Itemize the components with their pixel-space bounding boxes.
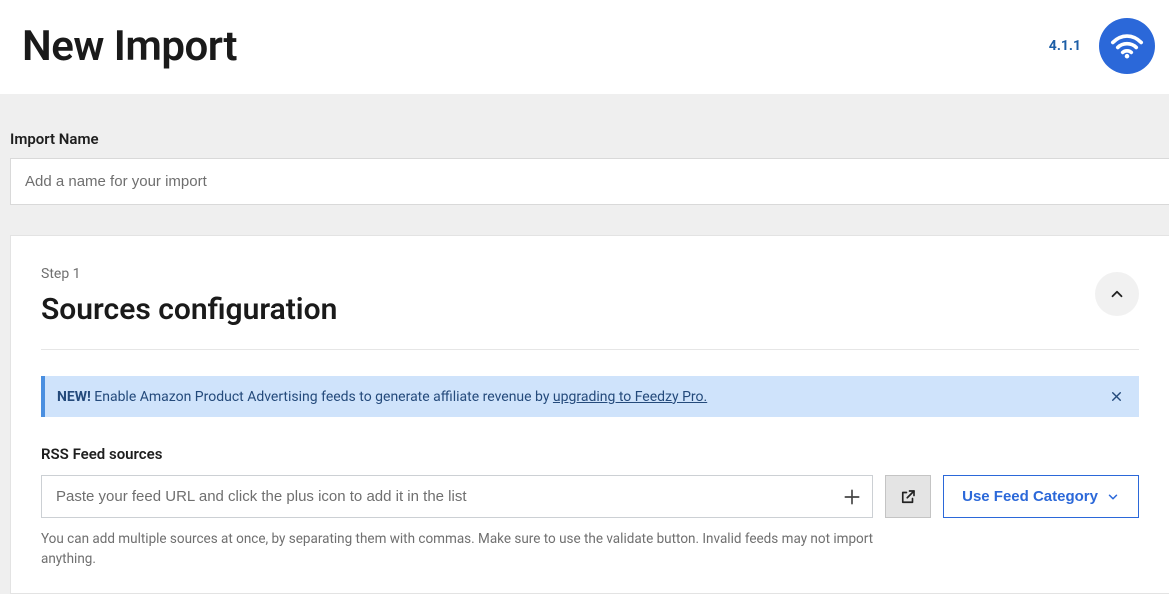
notice-new-tag: NEW! bbox=[57, 389, 91, 405]
rss-wifi-icon[interactable] bbox=[1099, 18, 1155, 74]
wifi-icon bbox=[1110, 29, 1144, 63]
chevron-down-icon bbox=[1106, 490, 1120, 504]
external-link-icon bbox=[899, 488, 917, 506]
import-name-label: Import Name bbox=[0, 130, 1169, 148]
header-right: 4.1.1 bbox=[1049, 18, 1155, 74]
page-header: New Import 4.1.1 bbox=[0, 0, 1169, 94]
feed-row: Use Feed Category bbox=[41, 475, 1139, 518]
panel-head: Step 1 Sources configuration bbox=[41, 266, 1139, 327]
use-feed-category-label: Use Feed Category bbox=[962, 488, 1098, 505]
panel-head-left: Step 1 Sources configuration bbox=[41, 266, 337, 327]
rss-feed-label: RSS Feed sources bbox=[41, 445, 1139, 463]
feed-input-wrap bbox=[41, 475, 873, 518]
close-icon bbox=[1110, 390, 1123, 403]
collapse-button[interactable] bbox=[1095, 272, 1139, 316]
upgrade-notice: NEW! Enable Amazon Product Advertising f… bbox=[41, 376, 1139, 417]
divider bbox=[41, 349, 1139, 350]
validate-button[interactable] bbox=[885, 475, 931, 518]
body-area: Import Name Step 1 Sources configuration… bbox=[0, 94, 1169, 594]
add-feed-button[interactable] bbox=[839, 484, 865, 510]
version-label: 4.1.1 bbox=[1049, 38, 1081, 54]
step-title: Sources configuration bbox=[41, 292, 337, 327]
notice-text: NEW! Enable Amazon Product Advertising f… bbox=[57, 389, 707, 405]
page-title: New Import bbox=[22, 22, 237, 71]
step-1-panel: Step 1 Sources configuration NEW! Enable… bbox=[10, 235, 1169, 594]
feed-help-text: You can add multiple sources at once, by… bbox=[41, 530, 911, 569]
upgrade-link[interactable]: upgrading to Feedzy Pro. bbox=[553, 389, 707, 405]
step-label: Step 1 bbox=[41, 266, 337, 282]
notice-close-button[interactable] bbox=[1106, 386, 1127, 407]
chevron-up-icon bbox=[1108, 285, 1126, 303]
feed-url-input[interactable] bbox=[41, 475, 873, 518]
plus-icon bbox=[842, 487, 862, 507]
use-feed-category-button[interactable]: Use Feed Category bbox=[943, 475, 1139, 518]
notice-body: Enable Amazon Product Advertising feeds … bbox=[91, 389, 553, 405]
import-name-input[interactable] bbox=[10, 158, 1169, 205]
